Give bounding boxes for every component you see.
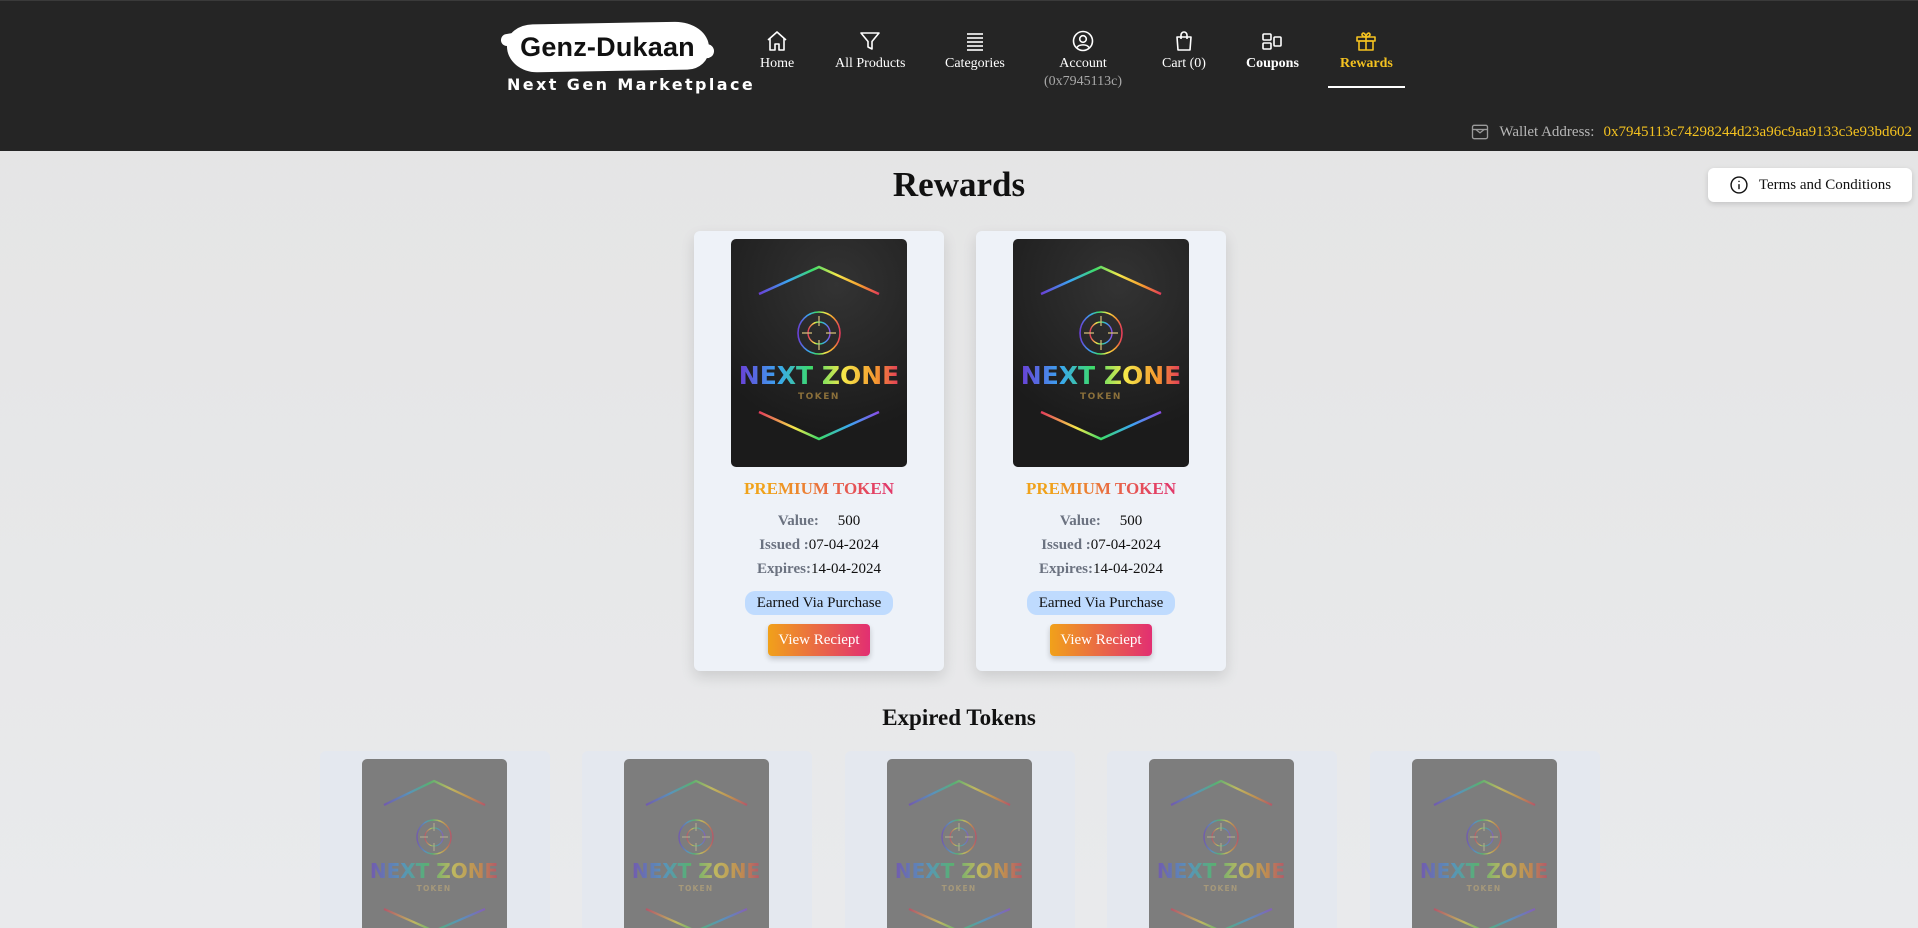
nav-categories-label: Categories	[945, 56, 1005, 71]
home-icon	[767, 31, 787, 51]
token-wordmark-sub: TOKEN	[942, 884, 977, 893]
expired-token-card: NEXT ZONE TOKEN	[1370, 751, 1600, 928]
coupon-icon	[1262, 33, 1283, 50]
next-zone-token-art: NEXT ZONETOKEN	[632, 779, 760, 928]
token-value-row: Value: 500	[694, 513, 944, 530]
next-zone-token-art: NEXT ZONETOKEN	[370, 779, 498, 928]
token-wordmark: NEXT ZONE	[370, 859, 498, 883]
nav-cart[interactable]: Cart (0)	[1162, 29, 1206, 72]
token-wordmark-sub: TOKEN	[798, 392, 840, 402]
wallet-icon	[1472, 124, 1489, 140]
top-header: Genz-Dukaan Next Gen Marketplace Home Al…	[0, 0, 1918, 151]
expired-token-image: NEXT ZONE TOKEN	[1149, 759, 1294, 928]
token-issued-row: Issued :07-04-2024	[694, 537, 944, 554]
layers-icon	[966, 33, 983, 51]
expired-token-card: NEXT ZONE TOKEN	[582, 751, 812, 928]
nav-home[interactable]: Home	[760, 29, 794, 72]
token-wordmark-sub: TOKEN	[1204, 884, 1239, 893]
token-wordmark: NEXT ZONE	[632, 859, 760, 883]
terms-and-conditions-button[interactable]: Terms and Conditions	[1708, 168, 1912, 202]
info-icon	[1730, 176, 1748, 194]
brand-name: Genz-Dukaan	[520, 32, 695, 62]
issued-date: 07-04-2024	[808, 537, 879, 553]
next-zone-token-art: NEXT ZONETOKEN	[1157, 779, 1285, 928]
nav-coupons[interactable]: Coupons	[1246, 29, 1299, 72]
expired-token-image: NEXT ZONE TOKEN	[362, 759, 507, 928]
active-nav-underline	[1328, 86, 1405, 88]
next-zone-token-art: NEXT ZONETOKEN	[1420, 779, 1548, 928]
token-issued-row: Issued :07-04-2024	[976, 537, 1226, 554]
brand-tagline: Next Gen Marketplace	[507, 75, 756, 94]
token-wordmark-sub: TOKEN	[417, 884, 452, 893]
token-image: NEXT ZONE TOKEN	[731, 239, 907, 467]
token-expires-row: Expires:14-04-2024	[694, 561, 944, 578]
nav-cart-label: Cart (0)	[1162, 56, 1206, 71]
expired-token-image: NEXT ZONE TOKEN	[887, 759, 1032, 928]
nav-rewards-label: Rewards	[1340, 56, 1393, 71]
filter-icon	[860, 32, 880, 50]
nav-account-label: Account	[1059, 56, 1107, 71]
token-wordmark-sub: TOKEN	[679, 884, 714, 893]
token-name: PREMIUM TOKEN	[694, 479, 944, 499]
expires-date: 14-04-2024	[1092, 561, 1163, 577]
token-wordmark: NEXT ZONE	[1021, 361, 1181, 390]
wallet-info: Wallet Address: 0x7945113c74298244d23a96…	[1470, 122, 1912, 142]
token-wordmark: NEXT ZONE	[1420, 859, 1548, 883]
shopping-bag-icon	[1176, 31, 1192, 51]
token-wordmark: NEXT ZONE	[1157, 859, 1285, 883]
wallet-address[interactable]: 0x7945113c74298244d23a96c9aa9133c3e93bd6…	[1603, 124, 1912, 141]
gift-icon	[1356, 32, 1377, 51]
value-label: Value:	[777, 513, 819, 529]
expires-label: Expires:	[1039, 561, 1093, 577]
next-zone-token-art: NEXT ZONE TOKEN	[739, 265, 899, 441]
reward-card-2: NEXT ZONE TOKEN PREMIUM TOKEN Value: 500…	[976, 231, 1226, 671]
view-receipt-button[interactable]: View Reciept	[768, 624, 870, 656]
nav-home-label: Home	[760, 56, 795, 71]
wallet-label: Wallet Address:	[1499, 123, 1595, 140]
expired-token-image: NEXT ZONE TOKEN	[1412, 759, 1557, 928]
token-wordmark-sub: TOKEN	[1080, 392, 1122, 402]
next-zone-token-art: NEXT ZONETOKEN	[895, 779, 1023, 928]
user-circle-icon	[1072, 30, 1094, 52]
next-zone-token-art: NEXT ZONE TOKEN	[1021, 265, 1181, 441]
nav-rewards[interactable]: Rewards	[1328, 29, 1405, 88]
token-wordmark: NEXT ZONE	[739, 361, 899, 390]
token-value-row: Value: 500	[976, 513, 1226, 530]
nav-categories[interactable]: Categories	[945, 29, 1005, 72]
value-amount: 500	[837, 513, 861, 529]
terms-label: Terms and Conditions	[1758, 176, 1892, 193]
expired-token-image: NEXT ZONE TOKEN	[624, 759, 769, 928]
nav-all-products[interactable]: All Products	[835, 29, 905, 72]
value-amount: 500	[1119, 513, 1143, 529]
expires-date: 14-04-2024	[810, 561, 881, 577]
issued-date: 07-04-2024	[1090, 537, 1161, 553]
page-title: Rewards	[892, 165, 1026, 204]
token-wordmark-sub: TOKEN	[1467, 884, 1502, 893]
nav-account-id: (0x7945113c)	[1044, 74, 1123, 89]
expired-tokens-heading: Expired Tokens	[882, 705, 1036, 730]
issued-label: Issued :	[1041, 537, 1091, 553]
expired-token-card: NEXT ZONE TOKEN	[1107, 751, 1337, 928]
token-image: NEXT ZONE TOKEN	[1013, 239, 1189, 467]
expired-token-card: NEXT ZONE TOKEN	[320, 751, 550, 928]
nav-all-products-label: All Products	[835, 56, 906, 71]
view-receipt-button[interactable]: View Reciept	[1050, 624, 1152, 656]
expires-label: Expires:	[757, 561, 811, 577]
expired-token-card: NEXT ZONE TOKEN	[845, 751, 1075, 928]
token-name: PREMIUM TOKEN	[976, 479, 1226, 499]
token-expires-row: Expires:14-04-2024	[976, 561, 1226, 578]
earned-via-badge: Earned Via Purchase	[745, 591, 893, 615]
issued-label: Issued :	[759, 537, 809, 553]
nav-coupons-label: Coupons	[1246, 56, 1299, 71]
earned-via-badge: Earned Via Purchase	[1027, 591, 1175, 615]
nav-account[interactable]: Account (0x7945113c)	[1044, 29, 1122, 90]
reward-card-1: NEXT ZONE TOKEN PREMIUM TOKEN Value: 500…	[694, 231, 944, 671]
token-wordmark: NEXT ZONE	[895, 859, 1023, 883]
value-label: Value:	[1059, 513, 1101, 529]
